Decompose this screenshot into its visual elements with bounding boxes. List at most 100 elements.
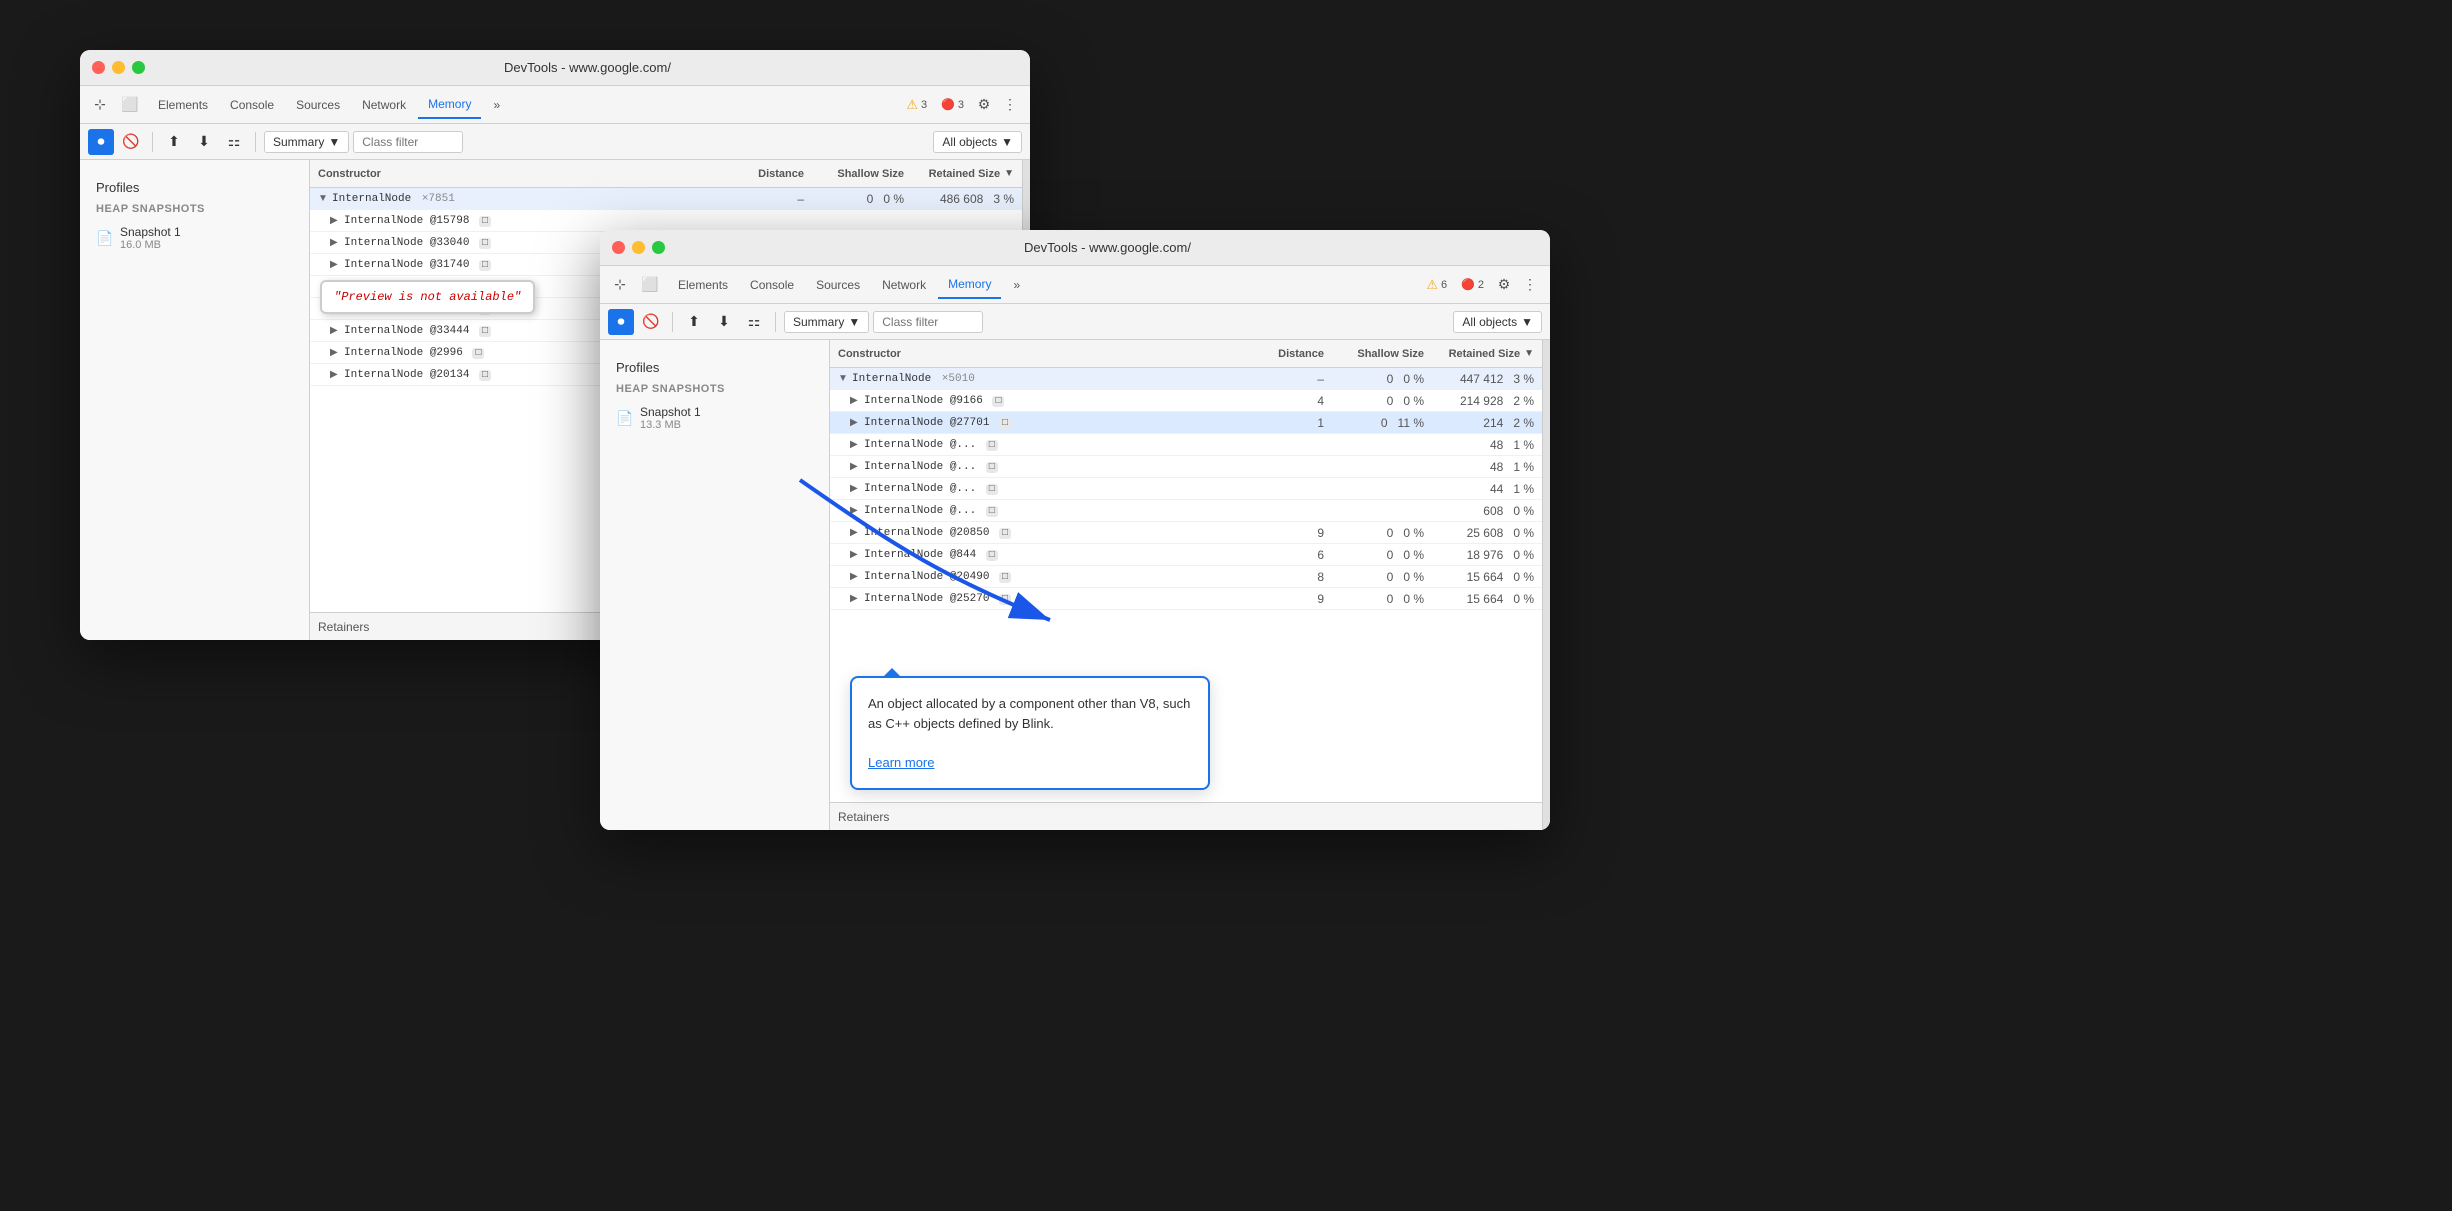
title-bar-1: DevTools - www.google.com/ [80,50,1030,86]
fullscreen-button-2[interactable] [652,241,665,254]
row-expander[interactable]: ▶ [330,369,344,380]
row-expander[interactable]: ▶ [850,505,864,516]
more-icon-1[interactable]: ⋮ [998,93,1022,117]
tab-more-2[interactable]: » [1003,272,1030,298]
close-button-2[interactable] [612,241,625,254]
tab-sources-2[interactable]: Sources [806,272,870,298]
table-row[interactable]: ▶ InternalNode @15798 □ [310,210,1022,232]
table-row[interactable]: ▶ InternalNode @... □ 608 0 % [830,500,1542,522]
settings-icon-1[interactable]: ⚙ [972,93,996,117]
snapshot-item-1[interactable]: 📄 Snapshot 1 16.0 MB [80,219,309,257]
table-row[interactable]: ▶ InternalNode @... □ 48 1 % [830,456,1542,478]
row-expander[interactable]: ▶ [850,527,864,538]
table-row[interactable]: ▶ InternalNode @844 □ 6 0 0 % 18 976 0 % [830,544,1542,566]
tab-memory-1[interactable]: Memory [418,91,481,119]
tab-elements-1[interactable]: Elements [148,92,218,118]
learn-more-link[interactable]: Learn more [868,755,934,770]
inspect-icon[interactable]: ⊹ [88,93,112,117]
col-constructor-2: Constructor [838,348,1244,360]
table-row[interactable]: ▶ InternalNode @25270 □ 9 0 0 % 15 664 0… [830,588,1542,610]
row-retained: 25 608 0 % [1424,526,1534,540]
tab-console-1[interactable]: Console [220,92,284,118]
row-expander[interactable]: ▶ [330,215,344,226]
record-btn-2[interactable]: ⏺ [608,309,634,335]
download-btn-2[interactable]: ⬇ [711,309,737,335]
row-distance: 9 [1244,526,1324,540]
table-row[interactable]: ▶ InternalNode @9166 □ 4 0 0 % 214 928 2… [830,390,1542,412]
upload-btn-1[interactable]: ⬆ [161,129,187,155]
row-name: InternalNode @844 □ [864,549,1244,561]
separator-3 [672,312,673,332]
download-btn-1[interactable]: ⬇ [191,129,217,155]
row-expander[interactable]: ▶ [850,571,864,582]
scrollbar-2[interactable] [1542,340,1550,830]
row-expander[interactable]: ▶ [850,549,864,560]
row-expander[interactable]: ▼ [318,193,332,204]
table-row[interactable]: ▶ InternalNode @... □ 44 1 % [830,478,1542,500]
collect-btn-1[interactable]: ⚏ [221,129,247,155]
row-name: InternalNode @25270 □ [864,593,1244,605]
all-objects-arrow-2: ▼ [1521,315,1533,329]
row-name: InternalNode ×7851 [332,193,724,205]
tab-elements-2[interactable]: Elements [668,272,738,298]
table-row[interactable]: ▼ InternalNode ×5010 – 0 0 % 447 412 3 % [830,368,1542,390]
row-expander[interactable]: ▶ [330,325,344,336]
device-icon-2[interactable]: ⬜ [638,273,662,297]
row-expander[interactable]: ▶ [850,593,864,604]
device-icon[interactable]: ⬜ [118,93,142,117]
row-retained: 48 1 % [1424,438,1534,452]
table-row[interactable]: ▶ InternalNode @20850 □ 9 0 0 % 25 608 0… [830,522,1542,544]
table-row[interactable]: ▶ InternalNode @20490 □ 8 0 0 % 15 664 0… [830,566,1542,588]
fullscreen-button-1[interactable] [132,61,145,74]
row-expander[interactable]: ▶ [850,439,864,450]
table-row[interactable]: ▼ InternalNode ×7851 – 0 0 % 486 608 3 % [310,188,1022,210]
class-filter-input-2[interactable] [873,311,983,333]
table-row-highlighted[interactable]: ▶ InternalNode @27701 □ 1 0 11 % 214 2 % [830,412,1542,434]
tab-console-2[interactable]: Console [740,272,804,298]
row-expander[interactable]: ▶ [330,237,344,248]
row-expander[interactable]: ▶ [330,347,344,358]
error-badge-1: 🔴 3 [935,96,970,113]
collect-btn-2[interactable]: ⚏ [741,309,767,335]
row-expander[interactable]: ▶ [850,395,864,406]
tab-memory-2[interactable]: Memory [938,271,1001,299]
row-distance: 8 [1244,570,1324,584]
row-expander[interactable]: ▶ [850,483,864,494]
tab-more-1[interactable]: » [483,92,510,118]
summary-dropdown-2[interactable]: Summary ▼ [784,311,869,333]
all-objects-dropdown-1[interactable]: All objects ▼ [933,131,1022,153]
row-expander[interactable]: ▶ [330,259,344,270]
upload-btn-2[interactable]: ⬆ [681,309,707,335]
minimize-button-2[interactable] [632,241,645,254]
all-objects-dropdown-2[interactable]: All objects ▼ [1453,311,1542,333]
row-retained: 18 976 0 % [1424,548,1534,562]
table-header-2: Constructor Distance Shallow Size Retain… [830,340,1542,368]
row-name: InternalNode @... □ [864,439,1244,451]
row-expander[interactable]: ▶ [850,461,864,472]
tab-sources-1[interactable]: Sources [286,92,350,118]
close-button-1[interactable] [92,61,105,74]
settings-icon-2[interactable]: ⚙ [1492,273,1516,297]
tab-network-1[interactable]: Network [352,92,416,118]
more-icon-2[interactable]: ⋮ [1518,273,1542,297]
record-btn-1[interactable]: ⏺ [88,129,114,155]
table-row[interactable]: ▶ InternalNode @... □ 48 1 % [830,434,1542,456]
row-expander[interactable]: ▶ [850,417,864,428]
profiles-title-2: Profiles [600,352,829,379]
col-shallow-1: Shallow Size [804,168,904,180]
summary-dropdown-1[interactable]: Summary ▼ [264,131,349,153]
row-retained: 44 1 % [1424,482,1534,496]
row-expander[interactable]: ▼ [838,373,852,384]
snapshot-size-1: 16.0 MB [120,239,181,251]
row-name: InternalNode @20490 □ [864,571,1244,583]
clear-btn-2[interactable]: 🚫 [638,309,664,335]
minimize-button-1[interactable] [112,61,125,74]
class-filter-input-1[interactable] [353,131,463,153]
snapshot-name-2: Snapshot 1 [640,405,701,419]
row-retained: 214 2 % [1424,416,1534,430]
inspect-icon-2[interactable]: ⊹ [608,273,632,297]
clear-btn-1[interactable]: 🚫 [118,129,144,155]
summary-arrow-1: ▼ [328,135,340,149]
snapshot-item-2[interactable]: 📄 Snapshot 1 13.3 MB [600,399,829,437]
tab-network-2[interactable]: Network [872,272,936,298]
